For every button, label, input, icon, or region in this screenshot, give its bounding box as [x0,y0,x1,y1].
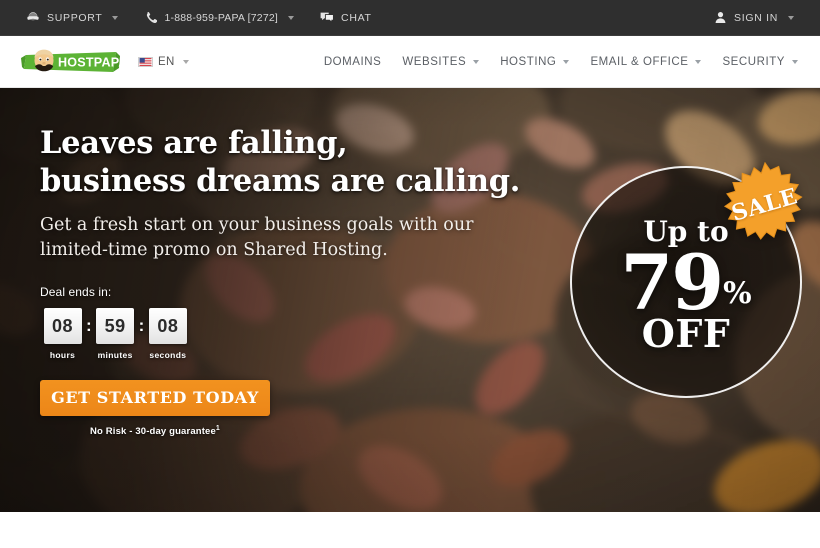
main-navigation: DOMAINS WEBSITES HOSTING EMAIL & OFFICE … [324,56,820,68]
countdown-unit-seconds: 08 seconds [145,308,190,360]
promo-off-label: OFF [641,311,731,356]
language-label: EN [158,55,175,68]
sign-in-menu[interactable]: SIGN IN [714,11,794,24]
top-utility-bar: SUPPORT 1-888-959-PAPA [7272] CHAT SIGN … [0,0,820,36]
chat-bubble-icon [320,11,334,24]
countdown-minutes-value: 59 [96,308,135,344]
countdown-hours-label: hours [49,350,76,360]
hero-section: Leaves are falling, business dreams are … [0,88,820,512]
promo-discount-number: 79 [620,238,724,327]
countdown-minutes-label: minutes [97,350,133,360]
user-icon [714,11,727,24]
cta-group: GET STARTED TODAY No Risk - 30-day guara… [40,380,270,437]
countdown-timer: 08 hours : 59 minutes : 08 seconds [40,308,560,360]
nav-label: EMAIL & OFFICE [590,55,689,68]
phone-number-label: 1-888-959-PAPA [7272] [164,11,279,24]
chevron-down-icon [473,59,480,64]
chevron-down-icon [695,59,702,64]
hero-subheadline: Get a fresh start on your business goals… [40,213,560,263]
promo-badge: Up to 79 % OFF SALE [570,162,803,398]
chat-label: CHAT [341,11,372,24]
hero-headline-line2: business dreams are calling. [40,163,521,199]
chevron-down-icon [563,59,570,64]
top-utility-right-group: SIGN IN [714,11,820,24]
sign-in-label: SIGN IN [734,11,778,24]
support-label: SUPPORT [47,11,103,24]
chevron-down-icon [788,15,794,20]
nav-label: WEBSITES [402,55,467,68]
logo-group: HOSTPAPA EN [0,47,189,77]
phone-menu[interactable]: 1-888-959-PAPA [7272] [144,11,295,24]
countdown-separator: : [138,316,145,335]
site-header: HOSTPAPA EN [0,36,820,88]
us-flag-icon [138,56,153,67]
nav-item-security[interactable]: SECURITY [722,56,798,68]
guarantee-footnote-marker: 1 [215,425,220,432]
chat-button[interactable]: CHAT [320,11,372,24]
nav-item-email-office[interactable]: EMAIL & OFFICE [590,55,702,68]
nav-label: DOMAINS [323,55,382,68]
svg-text:HOSTPAPA: HOSTPAPA [58,55,120,69]
guarantee-note: No Risk - 30-day guarantee1 [40,425,270,437]
chevron-down-icon [288,15,295,20]
countdown-unit-hours: 08 hours [40,308,85,360]
support-menu[interactable]: SUPPORT [26,11,119,25]
hero-subheadline-line1: Get a fresh start on your business goals… [40,215,474,235]
countdown-separator: : [86,316,92,335]
language-selector[interactable]: EN [138,56,189,68]
promo-percent-symbol: % [723,276,752,311]
nav-label: SECURITY [722,55,785,68]
countdown-seconds-value: 08 [148,308,187,344]
support-face-icon [26,11,40,25]
top-utility-left-group: SUPPORT 1-888-959-PAPA [7272] CHAT [0,11,372,25]
countdown-unit-minutes: 59 minutes [93,308,138,360]
get-started-button[interactable]: GET STARTED TODAY [40,380,270,416]
nav-item-hosting[interactable]: HOSTING [500,55,570,68]
hero-content: Leaves are falling, business dreams are … [40,124,560,437]
guarantee-text: No Risk - 30-day guarantee [90,426,216,438]
hostpapa-logo[interactable]: HOSTPAPA [20,47,128,77]
nav-item-domains[interactable]: DOMAINS [324,56,382,68]
phone-icon [144,11,158,24]
page-bottom-whitespace [0,512,820,548]
countdown-hours-value: 08 [43,308,82,344]
chevron-down-icon [182,59,189,64]
hero-headline: Leaves are falling, business dreams are … [40,124,560,200]
nav-label: HOSTING [500,55,557,68]
sale-starburst-badge: SALE [722,162,808,248]
chevron-down-icon [792,59,798,64]
hero-subheadline-line2: limited-time promo on Shared Hosting. [40,240,388,260]
deal-ends-label: Deal ends in: [40,285,112,299]
hero-headline-line1: Leaves are falling, [40,125,348,161]
nav-item-websites[interactable]: WEBSITES [402,55,480,68]
promo-discount-row: 79 % [620,245,751,321]
countdown-seconds-label: seconds [149,350,187,360]
page-root: SUPPORT 1-888-959-PAPA [7272] CHAT SIGN … [0,0,820,548]
chevron-down-icon [112,15,119,20]
